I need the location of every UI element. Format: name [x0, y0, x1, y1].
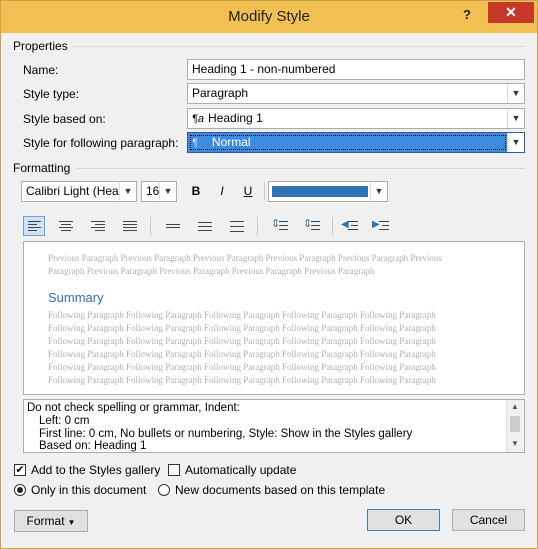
description-line: Left: 0 cm — [39, 415, 90, 427]
chevron-down-icon[interactable]: ▼ — [507, 133, 524, 152]
scroll-up-icon[interactable]: ▲ — [511, 402, 519, 411]
based-on-value: Heading 1 — [208, 111, 263, 125]
add-to-gallery-checkbox[interactable]: ✔ — [14, 464, 26, 476]
name-label: Name: — [23, 63, 59, 77]
decrease-indent-icon[interactable]: ◀ — [339, 216, 361, 236]
modify-style-dialog: Modify Style ? ✕ Properties Name: Headin… — [0, 0, 538, 549]
font-color-select[interactable]: ▼ — [268, 181, 388, 202]
properties-section-label: Properties — [13, 39, 68, 53]
new-documents-label: New documents based on this template — [175, 483, 386, 497]
auto-update-checkbox[interactable] — [168, 464, 180, 476]
underline-button[interactable]: U — [237, 181, 259, 201]
align-left-button[interactable] — [23, 216, 45, 236]
description-line: Based on: Heading 1 — [39, 440, 147, 452]
single-spacing-button[interactable] — [162, 216, 184, 236]
style-type-value: Paragraph — [192, 86, 249, 100]
based-on-label: Style based on: — [23, 112, 106, 126]
toolbar-separator — [150, 217, 151, 235]
based-on-select[interactable]: ¶a Heading 1 ▼ — [187, 108, 525, 129]
preview-sample-text: Summary — [48, 290, 104, 305]
scroll-down-icon[interactable]: ▼ — [511, 439, 519, 448]
new-documents-radio[interactable] — [158, 484, 170, 496]
only-this-document-label: Only in this document — [31, 483, 147, 497]
name-field[interactable]: Heading 1 - non-numbered — [187, 59, 525, 80]
style-type-select[interactable]: Paragraph ▼ — [187, 83, 525, 104]
italic-button[interactable]: I — [211, 181, 233, 201]
font-select[interactable]: Calibri Light (Heac ▼ — [21, 181, 137, 202]
chevron-down-icon[interactable]: ▼ — [507, 109, 524, 128]
title-bar[interactable]: Modify Style ? ✕ — [1, 1, 537, 33]
description-line: First line: 0 cm, No bullets or numberin… — [39, 428, 413, 440]
toolbar-separator — [264, 182, 265, 200]
following-paragraph-text: Following Paragraph Following Paragraph … — [48, 310, 436, 385]
chevron-down-icon[interactable]: ▼ — [119, 182, 136, 201]
style-preview: Previous Paragraph Previous Paragraph Pr… — [23, 241, 525, 395]
previous-paragraph-text: Previous Paragraph Previous Paragraph Pr… — [48, 253, 442, 276]
justify-button[interactable] — [119, 216, 141, 236]
following-paragraph-select[interactable]: ¶ Normal ▼ — [187, 132, 525, 153]
bold-button[interactable]: B — [185, 181, 207, 201]
scroll-thumb[interactable] — [510, 416, 520, 432]
chevron-down-icon[interactable]: ▼ — [507, 84, 524, 103]
one-half-spacing-button[interactable] — [194, 216, 216, 236]
format-button[interactable]: Format ▼ — [14, 510, 88, 532]
style-description: Do not check spelling or grammar, Indent… — [23, 399, 525, 453]
focus-rect — [190, 135, 506, 150]
align-center-button[interactable] — [55, 216, 77, 236]
format-button-label: Format — [26, 514, 65, 528]
ok-button[interactable]: OK — [367, 509, 440, 531]
following-paragraph-label: Style for following paragraph: — [23, 136, 179, 150]
help-button[interactable]: ? — [456, 5, 478, 25]
font-size-select[interactable]: 16 ▼ — [141, 181, 177, 202]
properties-divider — [73, 46, 525, 47]
cancel-button[interactable]: Cancel — [452, 509, 525, 531]
style-type-label: Style type: — [23, 87, 80, 101]
font-size-value: 16 — [146, 184, 160, 198]
linked-style-icon: ¶a — [192, 113, 205, 125]
chevron-down-icon: ▼ — [67, 518, 76, 527]
font-value: Calibri Light (Heac — [26, 184, 125, 198]
description-scrollbar[interactable]: ▲ ▼ — [506, 400, 524, 452]
auto-update-label: Automatically update — [185, 463, 297, 477]
add-to-gallery-label: Add to the Styles gallery — [31, 463, 161, 477]
formatting-section-label: Formatting — [13, 161, 71, 175]
close-button[interactable]: ✕ — [488, 2, 534, 23]
font-color-swatch — [272, 186, 368, 197]
only-this-document-radio[interactable] — [14, 484, 26, 496]
chevron-down-icon[interactable]: ▼ — [370, 182, 387, 201]
toolbar-separator — [332, 217, 333, 235]
align-right-button[interactable] — [87, 216, 109, 236]
increase-indent-icon[interactable]: ▶ — [370, 216, 392, 236]
decrease-spacing-icon[interactable]: ⇕ — [301, 216, 323, 236]
formatting-divider — [77, 168, 525, 169]
toolbar-separator — [257, 217, 258, 235]
chevron-down-icon[interactable]: ▼ — [159, 182, 176, 201]
double-spacing-button[interactable] — [226, 216, 248, 236]
description-line: Do not check spelling or grammar, Indent… — [27, 402, 240, 414]
increase-spacing-icon[interactable]: ⇕ — [269, 216, 291, 236]
